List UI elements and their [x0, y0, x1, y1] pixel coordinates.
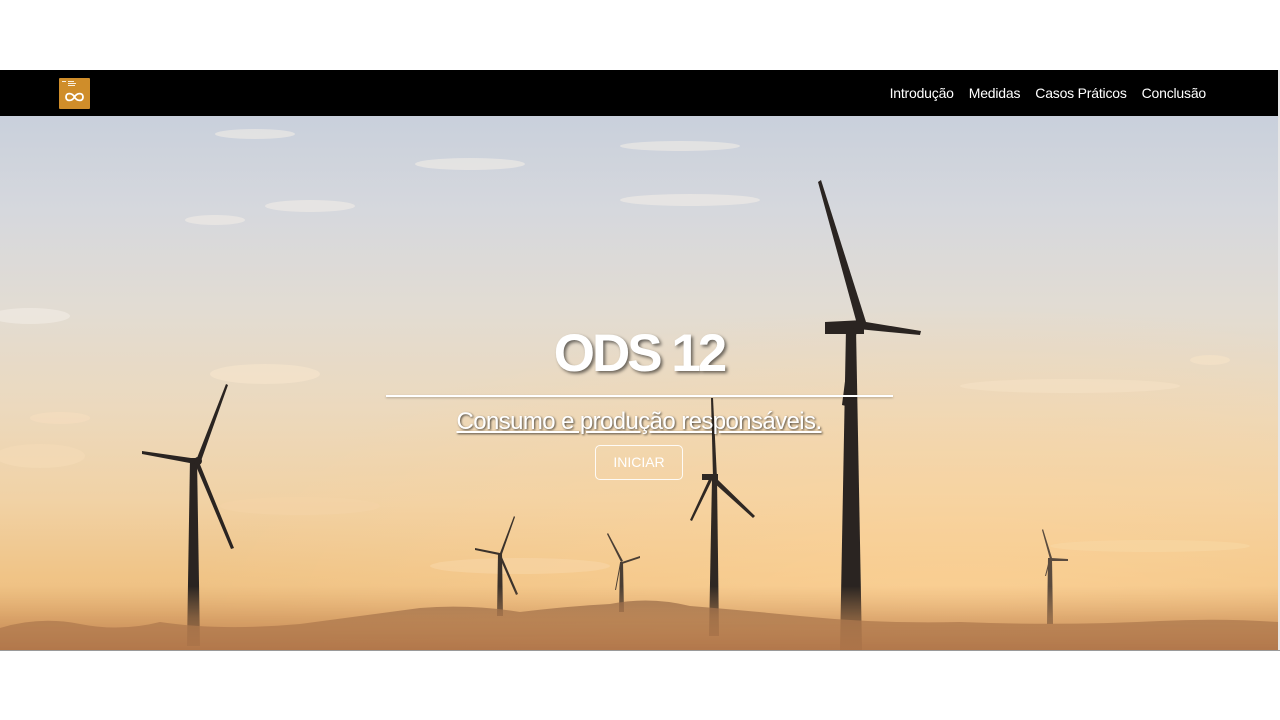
- nav-link-medidas[interactable]: Medidas: [969, 85, 1021, 101]
- hero-title: ODS 12: [553, 324, 728, 383]
- infinity-icon: [65, 92, 84, 102]
- hero-bottom-border: [0, 650, 1280, 651]
- nav-link-casos-praticos[interactable]: Casos Práticos: [1035, 85, 1127, 101]
- logo-text-lines: [61, 80, 88, 87]
- nav-links: Introdução Medidas Casos Práticos Conclu…: [890, 70, 1207, 116]
- hero-section: ODS 12 Consumo e produção responsáveis. …: [0, 116, 1278, 650]
- ods12-logo-icon[interactable]: [59, 78, 90, 109]
- nav-link-introducao[interactable]: Introdução: [890, 85, 954, 101]
- hero-subtitle-link[interactable]: Consumo e produção responsáveis.: [456, 408, 822, 436]
- hero-content: ODS 12 Consumo e produção responsáveis. …: [0, 322, 1278, 480]
- nav-link-conclusao[interactable]: Conclusão: [1142, 85, 1207, 101]
- hero-divider: [385, 395, 893, 397]
- iniciar-button[interactable]: INICIAR: [595, 445, 683, 480]
- top-navbar: Introdução Medidas Casos Práticos Conclu…: [0, 70, 1278, 116]
